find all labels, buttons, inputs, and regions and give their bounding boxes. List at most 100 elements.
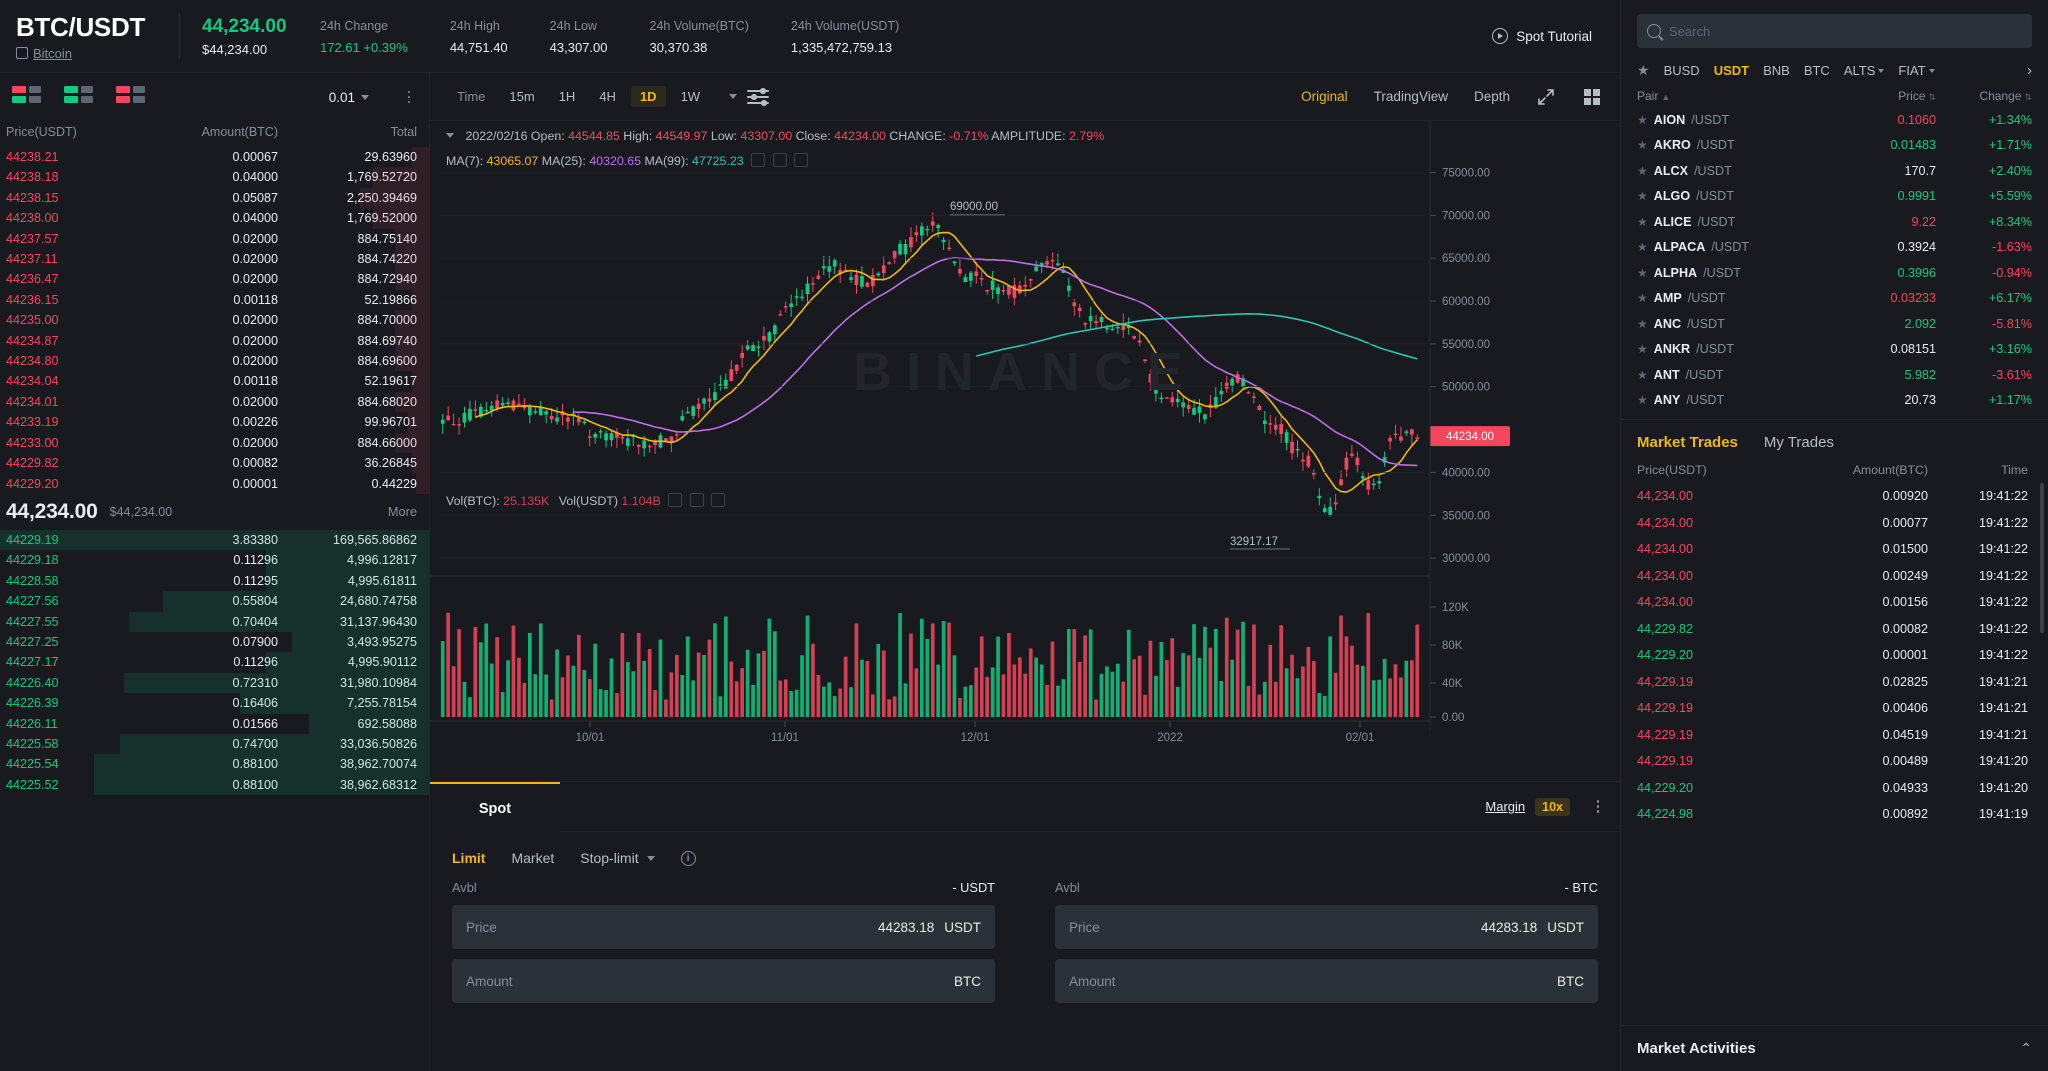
tab-alts-wrap[interactable]: ALTS bbox=[1844, 63, 1885, 78]
order-type-stop-limit[interactable]: Stop-limit bbox=[580, 850, 638, 866]
interval-1w[interactable]: 1W bbox=[672, 86, 710, 107]
chart-settings-icon[interactable] bbox=[747, 88, 770, 106]
order-book-row[interactable]: 44229.82 0.00082 36.26845 bbox=[0, 453, 429, 474]
pair-row[interactable]: ★ AMP/USDT 0.03233 +6.17% bbox=[1621, 286, 2048, 312]
search-box[interactable] bbox=[1637, 14, 2032, 48]
order-book-row[interactable]: 44237.11 0.02000 884.74220 bbox=[0, 249, 429, 270]
tab-usdt[interactable]: USDT bbox=[1714, 63, 1749, 78]
pair-row[interactable]: ★ ALICE/USDT 9.22 +8.34% bbox=[1621, 209, 2048, 235]
trade-row[interactable]: 44,229.19 0.04519 19:41:21 bbox=[1621, 722, 2048, 749]
order-book-row[interactable]: 44238.18 0.04000 1,769.52720 bbox=[0, 167, 429, 188]
pair-row[interactable]: ★ AKRO/USDT 0.01483 +1.71% bbox=[1621, 133, 2048, 159]
pair-row[interactable]: ★ ANKR/USDT 0.08151 +3.16% bbox=[1621, 337, 2048, 363]
star-icon[interactable]: ★ bbox=[1637, 291, 1648, 305]
tab-busd[interactable]: BUSD bbox=[1664, 63, 1700, 78]
star-icon[interactable]: ★ bbox=[1637, 317, 1648, 331]
order-type-market[interactable]: Market bbox=[511, 850, 554, 866]
trade-row[interactable]: 44,229.20 0.00001 19:41:22 bbox=[1621, 642, 2048, 669]
star-icon[interactable]: ★ bbox=[1637, 215, 1648, 229]
trade-row[interactable]: 44,234.00 0.00249 19:41:22 bbox=[1621, 563, 2048, 590]
order-book-row[interactable]: 44238.21 0.00067 29.63960 bbox=[0, 147, 429, 168]
expand-icon[interactable] bbox=[1536, 87, 1556, 107]
star-icon[interactable]: ★ bbox=[1637, 266, 1648, 280]
leverage-badge[interactable]: 10x bbox=[1535, 797, 1570, 816]
more-intervals-icon[interactable] bbox=[729, 94, 738, 99]
pair-row[interactable]: ★ ALPHA/USDT 0.3996 -0.94% bbox=[1621, 260, 2048, 286]
buy-amount-input[interactable]: Amount BTC bbox=[452, 959, 995, 1003]
orderbook-more-button[interactable]: More bbox=[388, 504, 417, 519]
order-book-row[interactable]: 44233.00 0.02000 884.66000 bbox=[0, 432, 429, 454]
star-icon[interactable]: ★ bbox=[1637, 342, 1648, 356]
trade-row[interactable]: 44,229.20 0.04933 19:41:20 bbox=[1621, 775, 2048, 802]
depth-bids-icon[interactable] bbox=[64, 86, 94, 108]
chevron-up-icon[interactable]: ⌃ bbox=[2020, 1040, 2032, 1057]
pair-row[interactable]: ★ AION/USDT 0.1060 +1.34% bbox=[1621, 107, 2048, 133]
pair-row[interactable]: ★ ANY/USDT 20.73 +1.17% bbox=[1621, 388, 2048, 414]
tab-tradingview[interactable]: TradingView bbox=[1374, 89, 1448, 104]
close-icon[interactable] bbox=[711, 493, 726, 507]
tab-fiat-wrap[interactable]: FIAT bbox=[1898, 63, 1935, 78]
order-book-row[interactable]: 44235.00 0.02000 884.70000 bbox=[0, 310, 429, 331]
chevron-down-icon[interactable] bbox=[646, 855, 655, 861]
tab-spot[interactable]: Spot bbox=[430, 781, 560, 832]
coin-link[interactable]: Bitcoin bbox=[33, 46, 72, 61]
market-activities-section[interactable]: Market Activities ⌃ bbox=[1621, 1025, 2048, 1071]
star-icon[interactable]: ★ bbox=[1637, 393, 1648, 407]
chart-area[interactable]: BINANCE 2022/02/16 Open: 44544.85 High: … bbox=[430, 121, 1620, 781]
star-icon[interactable]: ★ bbox=[1637, 138, 1648, 152]
search-input[interactable] bbox=[1669, 23, 2022, 39]
depth-asks-icon[interactable] bbox=[116, 86, 146, 108]
scrollbar-thumb[interactable] bbox=[2040, 483, 2044, 633]
order-book-row[interactable]: 44227.25 0.07900 3,493.95275 bbox=[0, 631, 429, 653]
col-pair[interactable]: Pair ▲ bbox=[1637, 89, 1826, 103]
pair-row[interactable]: ★ ALCX/USDT 170.7 +2.40% bbox=[1621, 158, 2048, 184]
pair-row[interactable]: ★ ANC/USDT 2.092 -5.81% bbox=[1621, 311, 2048, 337]
order-book-row[interactable]: 44236.15 0.00118 52.19866 bbox=[0, 289, 429, 311]
order-book-row[interactable]: 44233.19 0.00226 99.96701 bbox=[0, 412, 429, 433]
order-book-row[interactable]: 44225.54 0.88100 38,962.70074 bbox=[0, 754, 429, 775]
order-book-row[interactable]: 44226.11 0.01566 692.58088 bbox=[0, 713, 429, 734]
col-change[interactable]: Change ⇅ bbox=[1936, 89, 2032, 103]
trade-row[interactable]: 44,234.00 0.01500 19:41:22 bbox=[1621, 536, 2048, 563]
interval-time[interactable]: Time bbox=[448, 86, 494, 107]
favorites-star-icon[interactable]: ★ bbox=[1637, 62, 1650, 79]
order-book-row[interactable]: 44234.04 0.00118 52.19617 bbox=[0, 371, 429, 392]
order-book-row[interactable]: 44237.57 0.02000 884.75140 bbox=[0, 228, 429, 250]
tick-size-select[interactable]: 0.01 bbox=[329, 90, 369, 105]
buy-price-input[interactable]: Price 44283.18 USDT bbox=[452, 905, 995, 949]
order-book-row[interactable]: 44225.58 0.74700 33,036.50826 bbox=[0, 733, 429, 755]
tab-original[interactable]: Original bbox=[1301, 89, 1348, 104]
pair-block[interactable]: BTC/USDT Bitcoin bbox=[8, 12, 173, 61]
depth-both-icon[interactable] bbox=[12, 86, 42, 108]
star-icon[interactable]: ★ bbox=[1637, 189, 1648, 203]
interval-1h[interactable]: 1H bbox=[550, 86, 585, 107]
col-price[interactable]: Price ⇅ bbox=[1826, 89, 1936, 103]
interval-4h[interactable]: 4H bbox=[590, 86, 625, 107]
tab-my-trades[interactable]: My Trades bbox=[1764, 434, 1834, 451]
trade-row[interactable]: 44,224.98 0.00892 19:41:19 bbox=[1621, 801, 2048, 828]
order-book-row[interactable]: 44225.52 0.88100 38,962.68312 bbox=[0, 774, 429, 796]
order-book-row[interactable]: 44234.87 0.02000 884.69740 bbox=[0, 330, 429, 352]
margin-link[interactable]: Margin bbox=[1485, 799, 1525, 814]
order-book-row[interactable]: 44227.56 0.55804 24,680.74758 bbox=[0, 591, 429, 612]
order-book-row[interactable]: 44238.15 0.05087 2,250.39469 bbox=[0, 187, 429, 209]
chevron-right-icon[interactable]: › bbox=[2027, 62, 2032, 79]
sell-amount-input[interactable]: Amount BTC bbox=[1055, 959, 1598, 1003]
tab-market-trades[interactable]: Market Trades bbox=[1637, 434, 1738, 451]
order-book-row[interactable]: 44227.55 0.70404 31,137.96430 bbox=[0, 611, 429, 632]
order-book-row[interactable]: 44226.40 0.72310 31,980.10984 bbox=[0, 672, 429, 694]
order-book-row[interactable]: 44236.47 0.02000 884.72940 bbox=[0, 269, 429, 290]
order-book-row[interactable]: 44228.58 0.11295 4,995.61811 bbox=[0, 570, 429, 592]
trade-row[interactable]: 44,234.00 0.00920 19:41:22 bbox=[1621, 483, 2048, 510]
star-icon[interactable]: ★ bbox=[1637, 113, 1648, 127]
order-book-row[interactable]: 44229.19 3.83380 169,565.86862 bbox=[0, 529, 429, 551]
order-book-row[interactable]: 44238.00 0.04000 1,769.52000 bbox=[0, 208, 429, 229]
sell-price-input[interactable]: Price 44283.18 USDT bbox=[1055, 905, 1598, 949]
trade-menu-icon[interactable] bbox=[1590, 799, 1606, 815]
star-icon[interactable]: ★ bbox=[1637, 368, 1648, 382]
pair-row[interactable]: ★ ALPACA/USDT 0.3924 -1.63% bbox=[1621, 235, 2048, 261]
order-type-limit[interactable]: Limit bbox=[452, 850, 485, 866]
trade-row[interactable]: 44,229.19 0.00406 19:41:21 bbox=[1621, 695, 2048, 722]
layout-grid-icon[interactable] bbox=[1582, 87, 1602, 107]
trade-row[interactable]: 44,234.00 0.00077 19:41:22 bbox=[1621, 510, 2048, 537]
